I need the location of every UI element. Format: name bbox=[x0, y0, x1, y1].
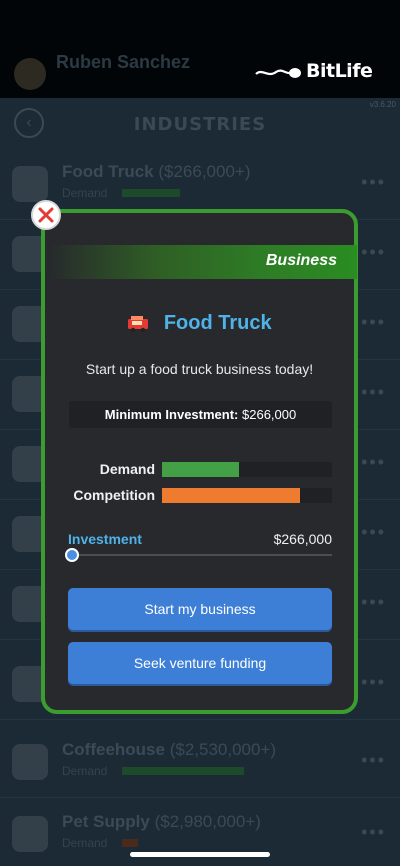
category-banner: Business bbox=[48, 245, 357, 279]
more-dots-icon[interactable]: ••• bbox=[361, 382, 386, 403]
min-investment-label: Minimum Investment: bbox=[104, 407, 239, 422]
start-business-button[interactable]: Start my business bbox=[68, 588, 332, 630]
more-dots-icon[interactable]: ••• bbox=[361, 172, 386, 193]
business-name: Coffeehouse ($2,530,000+) bbox=[62, 740, 277, 759]
sperm-logo-icon bbox=[255, 68, 301, 78]
demand-label: Demand bbox=[62, 836, 108, 850]
version-label: v3.6.20 bbox=[369, 100, 396, 109]
pet-icon bbox=[12, 816, 48, 852]
more-dots-icon[interactable]: ••• bbox=[361, 672, 386, 693]
demand-meter-fill bbox=[162, 462, 239, 477]
min-investment-value: $266,000 bbox=[242, 407, 297, 422]
coffee-cup-icon bbox=[12, 744, 48, 780]
bitlife-logo: BitLife bbox=[254, 60, 374, 84]
more-dots-icon[interactable]: ••• bbox=[361, 592, 386, 613]
food-truck-icon bbox=[12, 166, 48, 202]
competition-meter bbox=[162, 488, 332, 503]
seek-funding-button[interactable]: Seek venture funding bbox=[68, 642, 332, 684]
business-title-label: Food Truck bbox=[163, 312, 272, 334]
more-dots-icon[interactable]: ••• bbox=[361, 822, 386, 843]
demand-label: Demand bbox=[62, 764, 108, 778]
demand-bar bbox=[122, 839, 138, 847]
demand-bar bbox=[122, 767, 244, 775]
business-title: Food Truck bbox=[45, 312, 354, 335]
food-truck-icon bbox=[128, 315, 149, 332]
logo-text: BitLife bbox=[306, 60, 373, 82]
business-name: Food Truck ($266,000+) bbox=[62, 162, 251, 181]
demand-label: Demand bbox=[99, 461, 155, 477]
business-name: Pet Supply ($2,980,000+) bbox=[62, 812, 261, 831]
investment-value: $266,000 bbox=[273, 531, 332, 547]
demand-bar bbox=[122, 189, 180, 197]
close-x-icon bbox=[38, 207, 54, 223]
min-investment-box: Minimum Investment: $266,000 bbox=[69, 401, 332, 428]
top-bar: Ruben Sanchez BitLife bbox=[0, 0, 400, 98]
home-indicator[interactable] bbox=[130, 852, 270, 857]
demand-meter bbox=[162, 462, 332, 477]
banner-label: Business bbox=[265, 252, 337, 269]
list-item[interactable]: Coffeehouse ($2,530,000+) Demand ••• bbox=[0, 728, 400, 798]
screen: Ruben Sanchez BitLife v3.6.20 ‹ INDUSTRI… bbox=[0, 0, 400, 866]
close-button[interactable] bbox=[31, 200, 61, 230]
more-dots-icon[interactable]: ••• bbox=[361, 242, 386, 263]
investment-slider-track[interactable] bbox=[71, 554, 332, 556]
business-modal: Business Food Truck Start up a food truc… bbox=[41, 209, 358, 714]
investment-label: Investment bbox=[68, 531, 142, 547]
more-dots-icon[interactable]: ••• bbox=[361, 452, 386, 473]
demand-label: Demand bbox=[62, 186, 108, 200]
more-dots-icon[interactable]: ••• bbox=[361, 522, 386, 543]
more-dots-icon[interactable]: ••• bbox=[361, 312, 386, 333]
investment-slider-thumb[interactable] bbox=[65, 548, 79, 562]
business-description: Start up a food truck business today! bbox=[85, 361, 314, 377]
competition-meter-fill bbox=[162, 488, 300, 503]
player-name: Ruben Sanchez bbox=[56, 52, 191, 72]
competition-label: Competition bbox=[73, 487, 155, 503]
more-dots-icon[interactable]: ••• bbox=[361, 750, 386, 771]
page-title: INDUSTRIES bbox=[133, 114, 267, 135]
avatar[interactable] bbox=[14, 58, 46, 90]
